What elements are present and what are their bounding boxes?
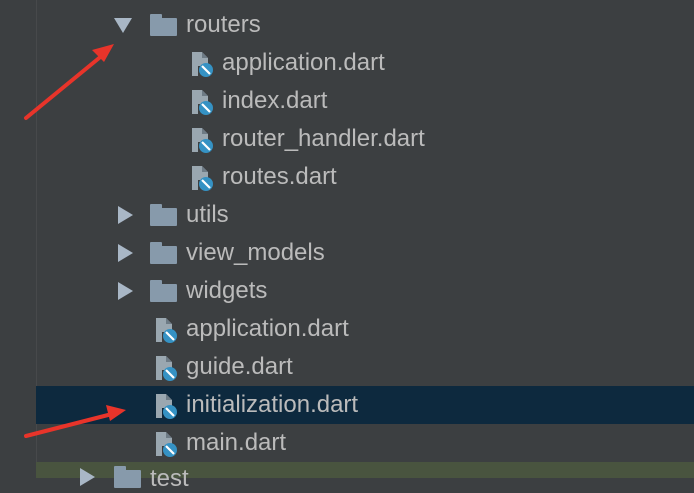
annotation-arrow-routers xyxy=(24,44,114,120)
annotation-arrows xyxy=(24,44,126,438)
annotation-arrow-initialization xyxy=(24,405,126,438)
